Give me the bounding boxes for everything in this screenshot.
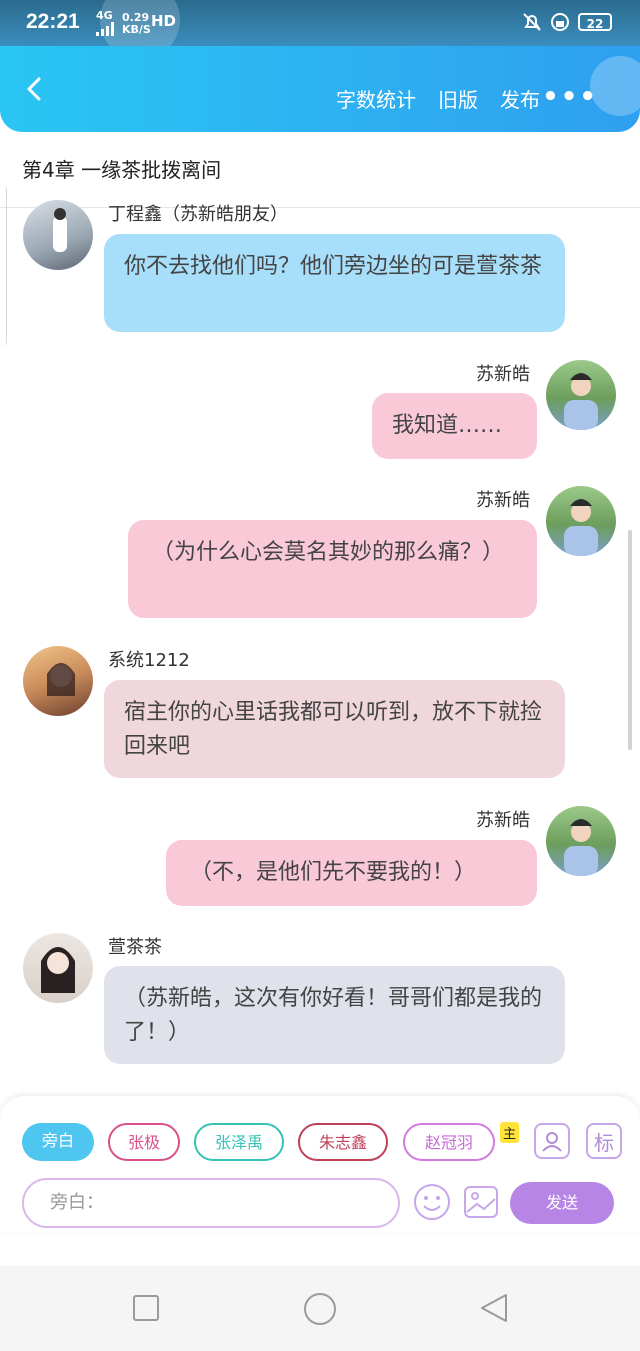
character-icon: [542, 1132, 562, 1152]
avatar-person-icon: [41, 947, 75, 993]
square-icon[interactable]: [132, 1294, 160, 1322]
avatar[interactable]: [23, 646, 93, 716]
lock-rotation-icon: [551, 13, 569, 31]
divider: [0, 207, 640, 208]
avatar-person-icon: [53, 208, 67, 252]
status-right: 22: [522, 12, 612, 32]
triangle-back-icon[interactable]: [478, 1292, 510, 1324]
avatar-person-icon: [564, 819, 598, 876]
character-icon[interactable]: [534, 1123, 570, 1159]
main-role-badge: 主: [500, 1122, 520, 1143]
scrollbar[interactable]: [628, 530, 632, 750]
network-type: 4G: [96, 9, 113, 22]
side-tab: [0, 186, 7, 346]
signal-icon: [96, 22, 114, 36]
emoji-icon[interactable]: [412, 1182, 452, 1222]
avatar-person-icon: [47, 663, 75, 696]
mute-bell-icon: [523, 13, 541, 31]
role-chip[interactable]: 朱志鑫: [298, 1123, 388, 1161]
circle-icon[interactable]: [303, 1292, 337, 1326]
send-button[interactable]: 发送: [510, 1182, 614, 1224]
message-bubble[interactable]: （不，是他们先不要我的！）: [166, 840, 537, 906]
old-version-button[interactable]: 旧版: [438, 84, 478, 113]
net-speed-unit: KB/S: [122, 23, 151, 36]
more-icon[interactable]: •••: [542, 82, 598, 112]
composer-panel: 旁白 张极 张泽禹 朱志鑫 赵冠羽 主 标 旁白： 发送: [0, 1096, 640, 1232]
avatar[interactable]: [546, 806, 616, 876]
role-chip-narration[interactable]: 旁白: [22, 1123, 94, 1161]
avatar[interactable]: [23, 933, 93, 1003]
speaker-name: 苏新皓: [476, 364, 530, 385]
avatar-person-icon: [564, 373, 598, 430]
role-chip[interactable]: 张极: [108, 1123, 180, 1161]
chapter-title[interactable]: 第4章 一缘茶批拨离间: [22, 154, 221, 183]
header-actions: 字数统计 旧版 发布: [336, 84, 540, 113]
image-icon[interactable]: [462, 1182, 500, 1222]
role-chip[interactable]: 赵冠羽: [403, 1123, 495, 1161]
avatar[interactable]: [546, 486, 616, 556]
message-bubble[interactable]: （苏新皓，这次有你好看！哥哥们都是我的了！）: [104, 966, 565, 1064]
label-button[interactable]: 标: [586, 1123, 622, 1159]
word-count-button[interactable]: 字数统计: [336, 84, 416, 113]
app-header: 字数统计 旧版 发布 •••: [0, 46, 640, 132]
dialogue-input[interactable]: 旁白：: [22, 1178, 400, 1228]
chevron-left-icon[interactable]: [22, 76, 48, 102]
role-chip[interactable]: 张泽禹: [194, 1123, 284, 1161]
publish-button[interactable]: 发布: [500, 84, 540, 113]
status-bar: 22:21 4G 0.29 KB/S HD 22: [0, 0, 640, 60]
message-bubble[interactable]: 宿主你的心里话我都可以听到，放不下就捡回来吧: [104, 680, 565, 778]
speaker-name: 丁程鑫（苏新皓朋友）: [108, 204, 288, 225]
speaker-name: 苏新皓: [476, 810, 530, 831]
status-time: 22:21: [26, 10, 80, 33]
avatar[interactable]: [546, 360, 616, 430]
hd-label: HD: [151, 12, 177, 30]
speaker-name: 系统1212: [108, 650, 190, 671]
battery-indicator: 22: [578, 13, 612, 31]
system-nav-bar: [0, 1266, 640, 1351]
message-bubble[interactable]: 我知道……: [372, 393, 537, 459]
speaker-name: 苏新皓: [476, 490, 530, 511]
avatar-person-icon: [564, 499, 598, 556]
net-speed: 0.29 KB/S: [122, 12, 151, 36]
avatar[interactable]: [23, 200, 93, 270]
speaker-name: 萱茶茶: [108, 937, 162, 958]
message-bubble[interactable]: （为什么心会莫名其妙的那么痛？）: [128, 520, 537, 618]
message-bubble[interactable]: 你不去找他们吗？他们旁边坐的可是萱茶茶: [104, 234, 565, 332]
